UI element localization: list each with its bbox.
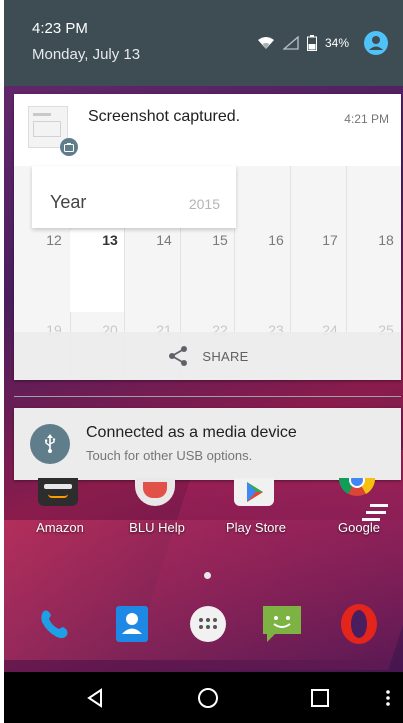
wifi-icon xyxy=(257,37,274,49)
overflow-menu-icon[interactable] xyxy=(376,686,400,710)
recents-icon[interactable] xyxy=(308,686,332,710)
calendar-day: 15 xyxy=(212,232,228,248)
calendar-day: 14 xyxy=(156,232,172,248)
blu-help-icon xyxy=(135,478,175,506)
year-value: 2015 xyxy=(188,196,220,212)
calendar-day: 12 xyxy=(46,232,62,248)
usb-subtitle: Touch for other USB options. xyxy=(86,448,253,463)
usb-title: Connected as a media device xyxy=(86,424,297,441)
battery-icon xyxy=(306,35,317,51)
page-indicator xyxy=(204,572,211,579)
usb-notification[interactable]: Connected as a media device Touch for ot… xyxy=(14,408,401,480)
screenshot-preview: 12 13 14 15 16 17 18 19 20 21 22 23 24 2… xyxy=(14,166,401,380)
battery-percent: 34% xyxy=(324,36,349,50)
home-icon[interactable] xyxy=(196,686,220,710)
screenshot-notification[interactable]: Screenshot captured. 4:21 PM 12 13 14 15… xyxy=(14,94,401,380)
back-icon[interactable] xyxy=(84,686,108,710)
notification-divider xyxy=(14,396,401,397)
phone-icon[interactable] xyxy=(34,603,76,645)
app-drawer-icon[interactable] xyxy=(187,603,229,645)
notification-header: Screenshot captured. 4:21 PM xyxy=(14,94,401,166)
app-label: Amazon xyxy=(36,520,84,535)
year-picker: Year 2015 xyxy=(32,166,236,228)
phone-screen: 4:23 PM Monday, July 13 34% Screenshot c… xyxy=(4,0,403,723)
play-store-icon xyxy=(234,478,274,506)
amazon-icon xyxy=(38,478,78,506)
app-label: Play Store xyxy=(226,520,286,535)
calendar-day: 17 xyxy=(322,232,338,248)
app-amazon[interactable]: Amazon xyxy=(16,478,96,538)
opera-icon[interactable] xyxy=(338,603,380,645)
contacts-icon[interactable] xyxy=(111,603,153,645)
share-icon xyxy=(169,346,188,366)
app-play-store[interactable]: Play Store xyxy=(212,478,292,538)
app-blu-help[interactable]: BLU Help xyxy=(113,478,193,538)
user-account-icon[interactable] xyxy=(363,30,389,56)
year-label: Year xyxy=(50,192,87,212)
calendar-day: 13 xyxy=(102,232,118,248)
notification-title: Screenshot captured. xyxy=(88,108,241,125)
navigation-bar xyxy=(4,672,403,723)
notification-shade-header: 4:23 PM Monday, July 13 34% xyxy=(4,0,403,86)
calendar-day: 16 xyxy=(268,232,284,248)
app-label: BLU Help xyxy=(129,520,185,535)
lines-decoration-icon xyxy=(362,504,388,521)
screenshot-badge-icon xyxy=(60,138,78,156)
calendar-day: 18 xyxy=(378,232,394,248)
usb-icon xyxy=(30,424,70,464)
share-label: SHARE xyxy=(202,348,249,364)
cell-signal-icon xyxy=(282,36,299,50)
messaging-icon[interactable] xyxy=(261,603,303,645)
notification-time: 4:21 PM xyxy=(344,112,389,126)
status-icons: 34% xyxy=(257,30,389,56)
share-button[interactable]: SHARE xyxy=(14,332,401,380)
clock[interactable]: 4:23 PM xyxy=(32,20,88,37)
date[interactable]: Monday, July 13 xyxy=(32,46,140,63)
